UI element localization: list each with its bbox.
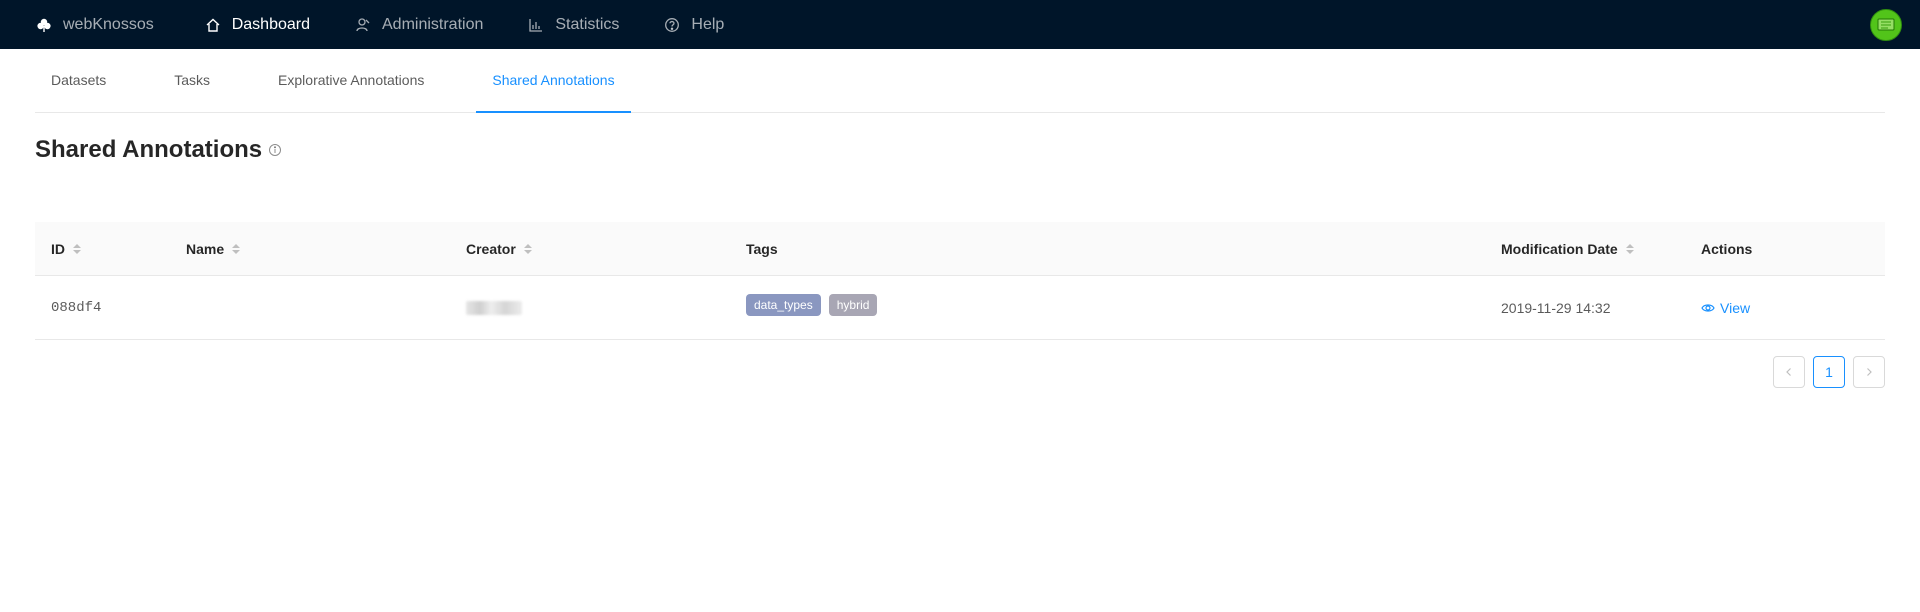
cell-modification-date: 2019-11-29 14:32 (1501, 299, 1611, 316)
column-header-label: Name (186, 240, 225, 257)
sort-icon[interactable] (73, 243, 81, 254)
question-circle-icon (663, 16, 681, 34)
column-header-label: Tags (746, 240, 778, 257)
page-title: Shared Annotations (35, 136, 263, 163)
tag-hybrid[interactable]: hybrid (828, 293, 878, 316)
column-header-tags: Tags (730, 222, 1485, 276)
column-header-creator[interactable]: Creator (450, 222, 730, 276)
column-header-modification-date[interactable]: Modification Date (1485, 222, 1685, 276)
tab-tasks[interactable]: Tasks (158, 48, 226, 112)
table-row: 088df4 data_types hybrid 2019-11-29 14:3… (35, 276, 1885, 340)
home-icon (204, 16, 222, 34)
clover-icon (35, 16, 53, 34)
sort-icon[interactable] (523, 243, 532, 254)
nav-dashboard[interactable]: Dashboard (182, 0, 332, 49)
column-header-actions: Actions (1685, 222, 1885, 276)
main-content: Datasets Tasks Explorative Annotations S… (0, 49, 1920, 388)
view-button[interactable]: View (1701, 300, 1750, 316)
chevron-left-icon (1786, 368, 1791, 376)
pagination: 1 (35, 356, 1885, 388)
previous-page-button[interactable] (1773, 356, 1805, 388)
cell-creator (450, 276, 730, 340)
page-number-button[interactable]: 1 (1813, 356, 1845, 388)
nav-administration-label: Administration (382, 15, 484, 33)
redacted-creator (466, 300, 522, 315)
column-header-label: Modification Date (1501, 240, 1618, 257)
page-title-row: Shared Annotations (35, 136, 1885, 164)
sort-icon[interactable] (1625, 243, 1634, 254)
column-header-id[interactable]: ID (35, 222, 170, 276)
table-header: ID Name Creator Tags Modification Date A… (35, 222, 1885, 276)
nav-help[interactable]: Help (641, 0, 746, 49)
avatar-icon (1877, 18, 1895, 32)
nav-help-label: Help (691, 15, 725, 33)
column-header-name[interactable]: Name (170, 222, 450, 276)
shared-annotations-table: ID Name Creator Tags Modification Date A… (35, 222, 1885, 340)
nav-administration[interactable]: Administration (332, 0, 505, 49)
brand-name: webKnossos (63, 15, 154, 33)
cell-actions: View (1685, 276, 1885, 340)
column-header-label: ID (51, 240, 65, 257)
view-label: View (1720, 299, 1751, 316)
info-circle-icon[interactable] (268, 143, 282, 157)
top-navbar: webKnossos Dashboard Administration Stat… (0, 0, 1920, 49)
column-header-label: Creator (466, 240, 516, 257)
cell-tags: data_types hybrid (730, 276, 1485, 340)
user-icon (354, 16, 372, 34)
nav-dashboard-label: Dashboard (231, 15, 310, 33)
eye-icon (1701, 303, 1715, 312)
dashboard-tabs: Datasets Tasks Explorative Annotations S… (35, 49, 1885, 113)
avatar[interactable] (1870, 9, 1902, 41)
tab-shared-annotations[interactable]: Shared Annotations (476, 48, 631, 113)
nav-statistics[interactable]: Statistics (505, 0, 641, 49)
tab-explorative-annotations[interactable]: Explorative Annotations (262, 48, 440, 112)
cell-id: 088df4 (51, 299, 102, 316)
bar-chart-icon (527, 16, 545, 34)
tag-data-types[interactable]: data_types (746, 293, 821, 316)
cell-name (170, 276, 450, 340)
column-header-label: Actions (1701, 240, 1753, 257)
tab-datasets[interactable]: Datasets (35, 48, 122, 112)
brand-logo[interactable]: webKnossos (0, 0, 182, 49)
next-page-button[interactable] (1853, 356, 1885, 388)
chevron-right-icon (1867, 368, 1872, 376)
sort-icon[interactable] (232, 243, 241, 254)
nav-statistics-label: Statistics (555, 15, 620, 33)
